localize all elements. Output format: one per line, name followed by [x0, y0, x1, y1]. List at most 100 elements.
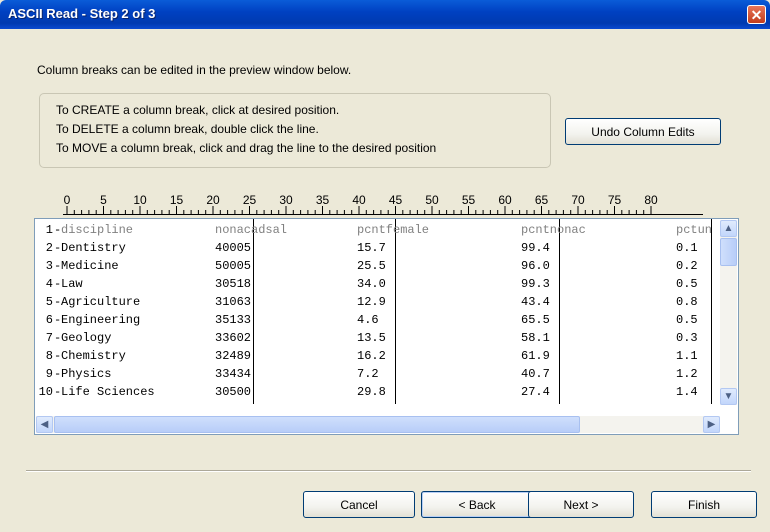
table-cell: 33602 — [215, 331, 252, 345]
row-marker: - — [54, 313, 62, 327]
row-number: 3 — [45, 259, 53, 273]
ruler-label: 80 — [644, 193, 658, 207]
table-cell: 0.5 — [676, 313, 698, 327]
ascii-read-dialog: ASCII Read - Step 2 of 3 ✕ Column breaks… — [0, 0, 770, 532]
next-button[interactable]: Next > — [528, 491, 634, 518]
table-cell: 4.6 — [357, 313, 379, 327]
row-marker: - — [54, 295, 62, 309]
table-cell: 0.1 — [676, 241, 698, 255]
vertical-scrollbar[interactable]: ▲ ▼ — [720, 220, 737, 405]
footer-divider — [26, 470, 751, 472]
column-header: pctun — [676, 223, 713, 237]
instruction-move: To MOVE a column break, click and drag t… — [56, 141, 437, 155]
row-number: 2 — [45, 241, 53, 255]
row-marker: - — [54, 349, 62, 363]
ruler-label: 0 — [63, 193, 71, 207]
table-cell: 99.4 — [521, 241, 550, 255]
row-number: 9 — [45, 367, 53, 381]
ruler-label: 65 — [534, 193, 549, 207]
ruler-label: 50 — [425, 193, 439, 207]
scroll-up-icon[interactable]: ▲ — [720, 220, 737, 237]
finish-button[interactable]: Finish — [651, 491, 757, 518]
ruler-label: 75 — [607, 193, 622, 207]
horizontal-scroll-thumb[interactable] — [54, 416, 580, 433]
table-cell: 96.0 — [521, 259, 550, 273]
table-cell: 13.5 — [357, 331, 386, 345]
scroll-down-icon[interactable]: ▼ — [720, 388, 737, 405]
column-header: pcntnonac — [521, 223, 586, 237]
table-cell: Chemistry — [61, 349, 126, 363]
ruler-label: 45 — [388, 193, 403, 207]
table-cell: 7.2 — [357, 367, 379, 381]
cancel-button[interactable]: Cancel — [303, 491, 415, 518]
table-cell: Dentistry — [61, 241, 126, 255]
ruler-label: 35 — [315, 193, 330, 207]
table-cell: 1.2 — [676, 367, 698, 381]
column-header: nonacadsal — [215, 223, 288, 237]
ruler-label: 30 — [279, 193, 293, 207]
column-break[interactable] — [395, 219, 396, 404]
close-icon[interactable]: ✕ — [747, 5, 766, 24]
ruler-label: 40 — [352, 193, 366, 207]
table-cell: 1.1 — [676, 349, 698, 363]
ruler-label: 25 — [242, 193, 257, 207]
table-cell: 12.9 — [357, 295, 386, 309]
preview-grid[interactable]: discipline nonacadsal pcntfemale pcntnonac p… — [34, 218, 739, 435]
table-cell: 0.5 — [676, 277, 698, 291]
vertical-scroll-thumb[interactable] — [720, 238, 737, 266]
row-marker: - — [54, 223, 62, 237]
column-ruler[interactable]: 0 5 10 15 20 25 30 35 40 45 50 55 60 65 70 75 80 — [63, 193, 703, 215]
table-cell: 27.4 — [521, 385, 550, 399]
table-cell: 65.5 — [521, 313, 550, 327]
instruction-delete: To DELETE a column break, double click t… — [56, 122, 319, 136]
row-marker: - — [54, 385, 62, 399]
column-break[interactable] — [559, 219, 560, 404]
ruler-label: 55 — [461, 193, 476, 207]
row-number: 7 — [45, 331, 53, 345]
column-header: pcntfemale — [357, 223, 430, 237]
table-cell: Geology — [61, 331, 112, 345]
row-number: 10 — [38, 385, 53, 399]
undo-column-edits-button[interactable]: Undo Column Edits — [565, 118, 721, 145]
window-title: ASCII Read - Step 2 of 3 — [8, 6, 156, 21]
scroll-right-icon[interactable]: ▶ — [703, 416, 720, 433]
table-cell: 15.7 — [357, 241, 386, 255]
table-cell: 25.5 — [357, 259, 386, 273]
row-number: 6 — [45, 313, 53, 327]
row-marker: - — [54, 241, 62, 255]
ruler-label: 5 — [100, 193, 107, 207]
ruler-label: 10 — [133, 193, 147, 207]
table-cell: 16.2 — [357, 349, 386, 363]
back-button[interactable]: < Back — [421, 491, 533, 518]
column-header: discipline — [61, 223, 134, 237]
table-cell: Medicine — [61, 259, 119, 273]
table-cell: 34.0 — [357, 277, 386, 291]
row-number: 1 — [45, 223, 53, 237]
instructions-box: To CREATE a column break, click at desir… — [39, 93, 551, 168]
table-cell: Life Sciences — [61, 385, 155, 399]
scroll-left-icon[interactable]: ◀ — [36, 416, 53, 433]
table-cell: 0.2 — [676, 259, 698, 273]
row-number: 4 — [45, 277, 53, 291]
ruler-label: 20 — [206, 193, 220, 207]
table-cell: 50005 — [215, 259, 252, 273]
table-cell: 40005 — [215, 241, 252, 255]
row-number: 8 — [45, 349, 53, 363]
row-marker: - — [54, 367, 62, 381]
column-break[interactable] — [253, 219, 254, 404]
ruler-label: 60 — [498, 193, 512, 207]
table-cell: 58.1 — [521, 331, 550, 345]
column-break[interactable] — [711, 219, 712, 404]
horizontal-scrollbar[interactable]: ◀ ▶ — [36, 416, 720, 433]
row-marker: - — [54, 331, 62, 345]
title-bar[interactable]: ASCII Read - Step 2 of 3 ✕ — [0, 0, 770, 29]
instruction-create: To CREATE a column break, click at desir… — [56, 103, 340, 117]
table-cell: Law — [61, 277, 83, 291]
table-cell: Physics — [61, 367, 112, 381]
table-cell: 30518 — [215, 277, 252, 291]
ruler-label: 70 — [571, 193, 585, 207]
table-cell: 61.9 — [521, 349, 550, 363]
table-cell: 33434 — [215, 367, 252, 381]
table-cell: Agriculture — [61, 295, 141, 309]
ruler-label: 15 — [169, 193, 184, 207]
